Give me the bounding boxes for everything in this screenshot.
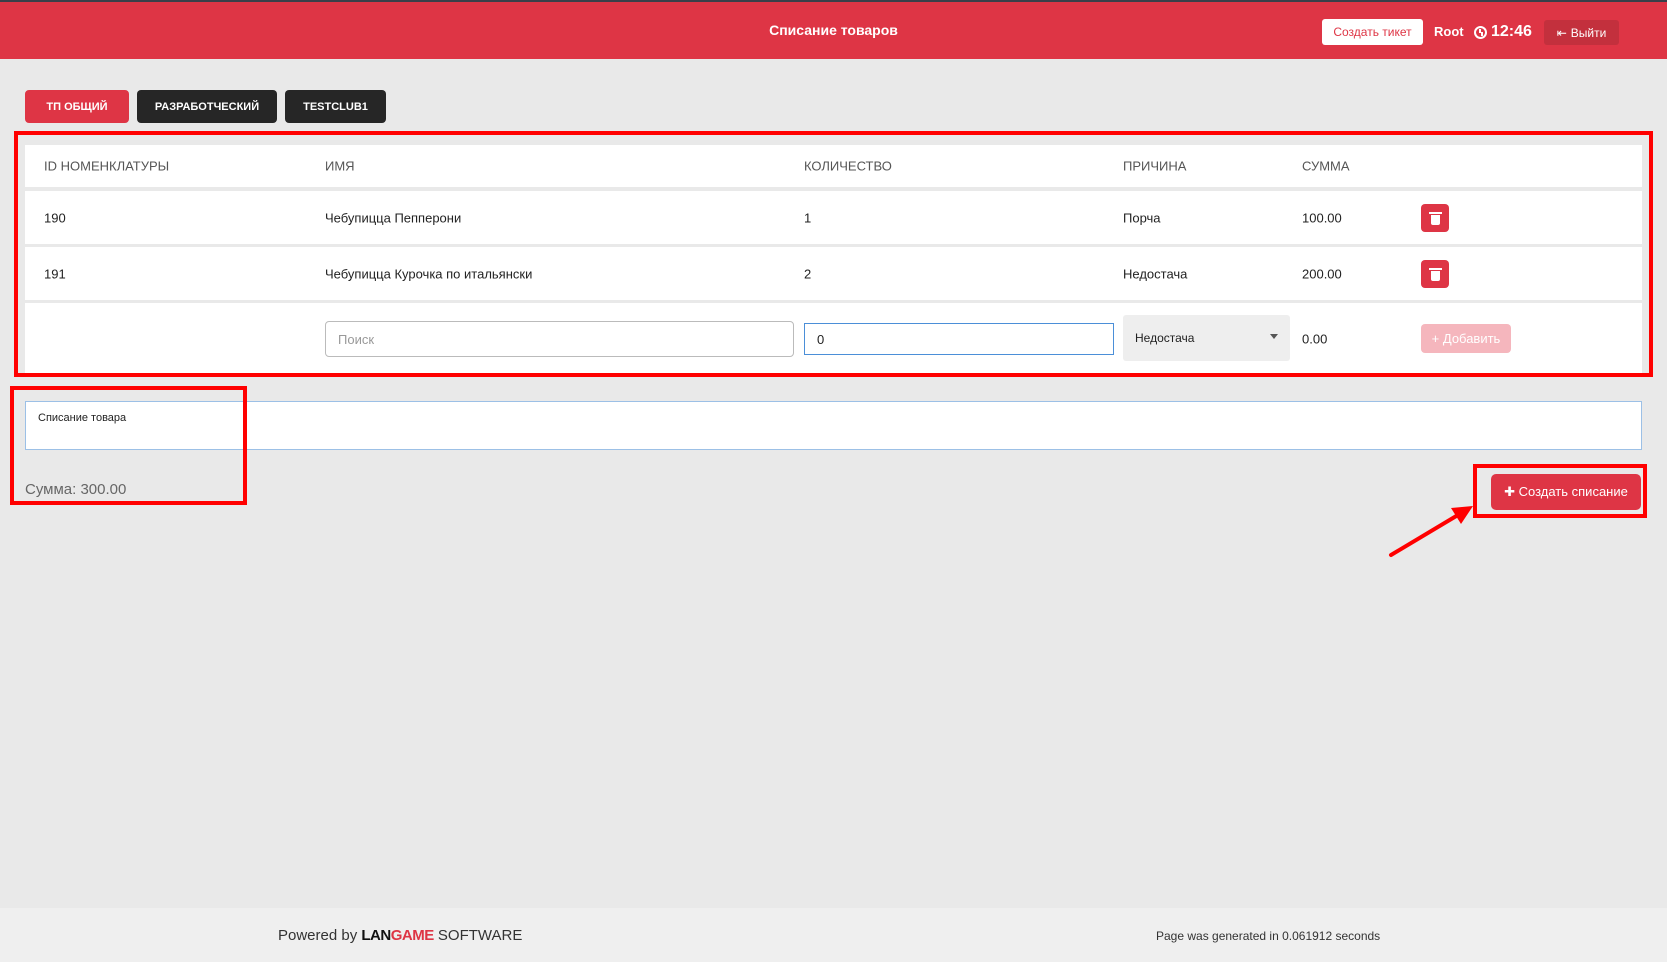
- caret-down-icon: [1270, 334, 1278, 339]
- powered-by: Powered by LANGAME SOFTWARE: [278, 927, 522, 944]
- row-qty: 2: [804, 266, 812, 281]
- brand-logo: LANGAME: [361, 927, 435, 944]
- annotation-arrow-icon: [1389, 506, 1473, 557]
- create-ticket-button[interactable]: Создать тикет: [1322, 19, 1423, 45]
- tab-testclub1[interactable]: TESTCLUB1: [285, 90, 386, 123]
- brand-suffix: SOFTWARE: [437, 927, 523, 944]
- trash-icon: [1428, 267, 1442, 281]
- new-row-sum: 0.00: [1302, 331, 1328, 346]
- clock-time: 12:46: [1491, 23, 1532, 40]
- col-header-reason: ПРИЧИНА: [1123, 158, 1187, 174]
- row-qty: 1: [804, 210, 812, 225]
- top-bar: Списание товаров Создать тикет Root 12:4…: [0, 0, 1667, 59]
- trash-icon: [1428, 211, 1442, 225]
- row-sum: 100.00: [1302, 210, 1342, 225]
- reason-selected-value: Недостача: [1135, 331, 1195, 345]
- user-name: Root: [1434, 24, 1464, 39]
- row-sum: 200.00: [1302, 266, 1342, 281]
- logout-icon: ⇤: [1556, 25, 1567, 40]
- clock-icon: [1474, 25, 1487, 39]
- row-id: 191: [44, 266, 66, 281]
- row-id: 190: [44, 210, 66, 225]
- logout-button[interactable]: ⇤ Выйти: [1544, 20, 1619, 45]
- row-reason: Порча: [1123, 210, 1161, 225]
- logout-label: Выйти: [1570, 25, 1607, 40]
- delete-row-button[interactable]: [1421, 203, 1449, 232]
- brand-lan: LAN: [361, 927, 391, 944]
- generation-time: Page was generated in 0.061912 seconds: [1156, 929, 1381, 943]
- col-header-qty: КОЛИЧЕСТВО: [804, 158, 892, 174]
- table-row: 190 Чебупицца Пепперони 1 Порча 100.00: [25, 191, 1642, 244]
- search-input[interactable]: [325, 321, 794, 357]
- col-header-sum: СУММА: [1302, 158, 1350, 174]
- row-name: Чебупицца Пепперони: [325, 210, 462, 225]
- comment-textarea[interactable]: Списание товара: [25, 401, 1642, 450]
- create-writeoff-button[interactable]: ✚ Создать списание: [1491, 474, 1641, 510]
- add-item-button[interactable]: + Добавить: [1421, 324, 1511, 353]
- tab-developer[interactable]: РАЗРАБОТЧЕСКИЙ: [137, 90, 277, 123]
- brand-game: GAME: [390, 927, 435, 944]
- row-name: Чебупицца Курочка по итальянски: [325, 266, 533, 281]
- writeoff-table: ID НОМЕНКЛАТУРЫ ИМЯ КОЛИЧЕСТВО ПРИЧИНА С…: [25, 145, 1642, 374]
- total-sum: Сумма: 300.00: [25, 481, 127, 498]
- delete-row-button[interactable]: [1421, 259, 1449, 288]
- quantity-input[interactable]: [804, 323, 1114, 355]
- reason-select[interactable]: Недостача: [1123, 315, 1290, 361]
- new-item-row: Недостача 0.00 + Добавить: [25, 303, 1642, 374]
- table-row: 191 Чебупицца Курочка по итальянски 2 Не…: [25, 247, 1642, 300]
- footer: Powered by LANGAME SOFTWARE Page was gen…: [0, 908, 1667, 962]
- powered-prefix: Powered by: [278, 927, 358, 944]
- row-reason: Недостача: [1123, 266, 1188, 281]
- table-header: ID НОМЕНКЛАТУРЫ ИМЯ КОЛИЧЕСТВО ПРИЧИНА С…: [25, 145, 1642, 187]
- tab-tp-general[interactable]: ТП ОБЩИЙ: [25, 90, 129, 123]
- col-header-id: ID НОМЕНКЛАТУРЫ: [44, 158, 170, 174]
- clock: 12:46: [1474, 23, 1532, 41]
- col-header-name: ИМЯ: [325, 158, 355, 174]
